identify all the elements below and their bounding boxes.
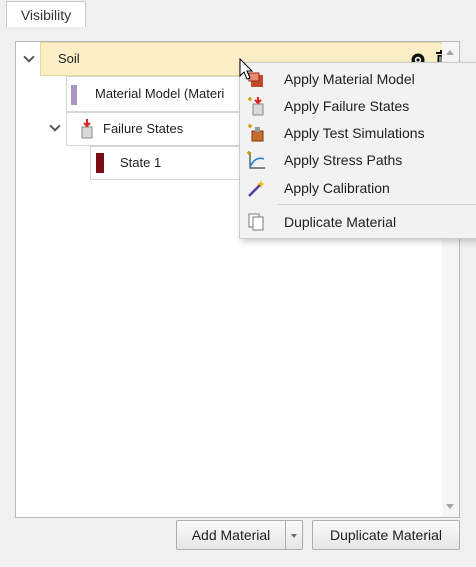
menu-item-duplicate-material[interactable]: Duplicate Material	[240, 209, 476, 235]
tree-item-label: Soil	[58, 51, 80, 66]
menu-item-apply-calibration[interactable]: Apply Calibration	[240, 175, 476, 201]
tree-item-label: Material Model (Materi	[95, 86, 225, 101]
scroll-up-arrow-icon[interactable]	[446, 50, 454, 55]
mouse-cursor-icon	[239, 58, 254, 80]
tab-visibility[interactable]: Visibility	[6, 1, 86, 27]
stress-paths-icon	[247, 151, 265, 169]
scroll-down-arrow-icon[interactable]	[446, 504, 454, 509]
menu-item-apply-test-simulations[interactable]: Apply Test Simulations	[240, 120, 476, 146]
chevron-down-icon	[291, 534, 297, 538]
test-simulations-icon	[248, 124, 264, 142]
tab-strip: Visibility	[0, 0, 476, 28]
material-color-swatch	[71, 85, 77, 105]
calibration-wand-icon	[248, 180, 265, 197]
failure-states-icon	[248, 97, 264, 116]
chevron-down-icon[interactable]	[23, 51, 35, 63]
duplicate-icon	[248, 213, 264, 231]
context-menu: Apply Material Model Apply Failure State…	[239, 62, 476, 239]
failure-states-icon	[81, 119, 93, 139]
add-material-button[interactable]: Add Material	[176, 520, 286, 550]
tree-item-failure-states[interactable]: Failure States	[66, 112, 246, 146]
tree-item-state-1[interactable]: State 1	[90, 146, 246, 180]
button-bar: Add Material Duplicate Material	[0, 520, 476, 555]
tree-item-label: Failure States	[103, 121, 184, 136]
chevron-down-icon[interactable]	[49, 120, 61, 132]
state-color-swatch	[96, 153, 104, 173]
menu-item-apply-material-model[interactable]: Apply Material Model	[240, 66, 476, 92]
menu-item-apply-failure-states[interactable]: Apply Failure States	[240, 93, 476, 119]
duplicate-material-button[interactable]: Duplicate Material	[312, 520, 460, 550]
menu-separator	[278, 204, 476, 205]
tree-item-material-model[interactable]: Material Model (Materi	[66, 76, 246, 112]
tree-item-label: State 1	[120, 155, 162, 170]
menu-item-apply-stress-paths[interactable]: Apply Stress Paths	[240, 147, 476, 173]
add-material-dropdown-button[interactable]	[285, 520, 303, 550]
